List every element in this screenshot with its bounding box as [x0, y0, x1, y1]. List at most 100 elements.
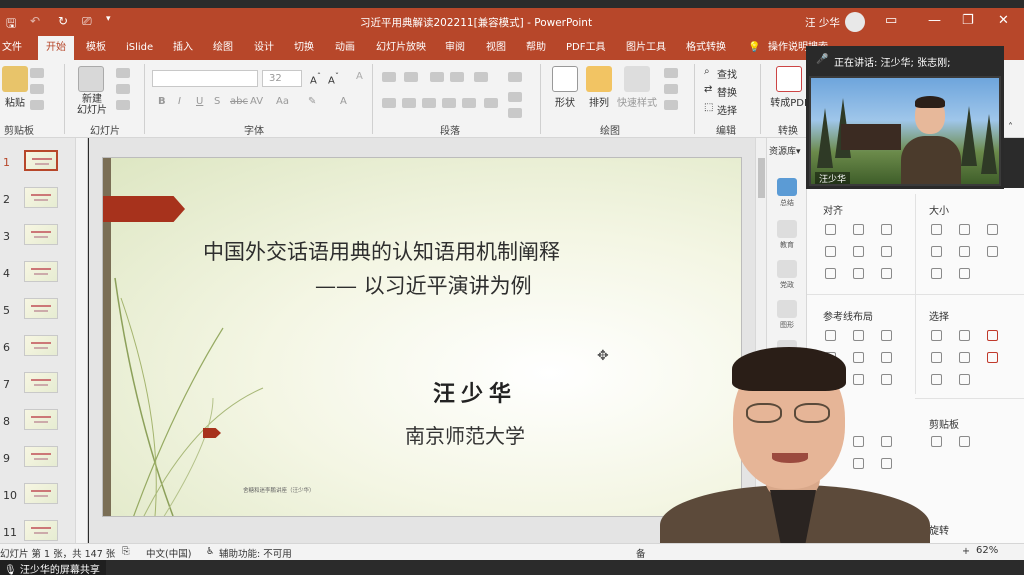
save-icon[interactable]: 🖫 [6, 14, 16, 35]
quick-styles-button[interactable]: 快速样式 [614, 94, 660, 109]
select-pointer-icon[interactable] [987, 352, 998, 363]
close-icon[interactable]: ✕ [998, 13, 1009, 28]
copy-icon[interactable] [30, 84, 44, 94]
guide-right-icon[interactable] [881, 330, 892, 341]
height-bottom-icon[interactable] [959, 268, 970, 279]
arrange-button[interactable]: 排列 [584, 94, 614, 109]
format-painter-icon[interactable] [30, 100, 44, 110]
minimize-icon[interactable]: — [928, 13, 941, 28]
redo-icon[interactable]: ↻ [58, 14, 68, 28]
select-check-icon[interactable] [987, 330, 998, 341]
slide-author[interactable]: 汪少华 [433, 376, 517, 408]
font-name-select[interactable] [152, 70, 258, 87]
find-button[interactable]: 查找 [717, 66, 737, 81]
scrollbar-thumb[interactable] [758, 158, 765, 198]
distribute-horizontal-icon[interactable] [825, 268, 836, 279]
font-grow-icon[interactable]: Aˆ [310, 71, 321, 86]
tab-slideshow[interactable]: 幻灯片放映 [376, 36, 426, 60]
zoom-level[interactable]: 62% [976, 545, 998, 556]
replace-icon[interactable]: ⇄ [704, 84, 712, 95]
shape-outline-icon[interactable] [664, 84, 678, 94]
same-size-icon[interactable] [987, 224, 998, 235]
strikethrough-icon[interactable]: abc [230, 96, 248, 107]
account-name[interactable]: 汪 少华 [805, 15, 840, 30]
same-height-icon[interactable] [959, 224, 970, 235]
collapse-ribbon-icon[interactable]: ˄ [1008, 122, 1013, 133]
font-color-icon[interactable]: A [340, 96, 347, 107]
font-shrink-icon[interactable]: Aˇ [328, 71, 339, 86]
ribbon-display-icon[interactable]: ▭ [885, 13, 897, 28]
justify-icon[interactable] [442, 98, 456, 108]
guide-center-icon[interactable] [853, 330, 864, 341]
tab-transitions[interactable]: 切换 [294, 36, 314, 60]
select-middle-icon[interactable] [959, 352, 970, 363]
tab-design[interactable]: 设计 [254, 36, 274, 60]
align-text-icon[interactable] [508, 92, 522, 102]
text-direction-icon[interactable] [508, 72, 522, 82]
font-size-select[interactable]: 32 [262, 70, 302, 87]
smartart-icon[interactable] [508, 108, 522, 118]
quick-styles-icon[interactable] [624, 66, 650, 92]
guide-left-icon[interactable] [825, 330, 836, 341]
tab-view[interactable]: 视图 [486, 36, 506, 60]
tab-islide[interactable]: iSlide [126, 36, 153, 60]
tab-picture-tools[interactable]: 图片工具 [626, 36, 666, 60]
tab-animations[interactable]: 动画 [335, 36, 355, 60]
new-slide-button[interactable]: 新建 幻灯片 [70, 94, 114, 116]
align-center-icon[interactable] [402, 98, 416, 108]
align-middle-icon[interactable] [853, 246, 864, 257]
slide-title[interactable]: 中国外交话语用典的认知语用机制阐释 [203, 236, 560, 266]
align-left-icon[interactable] [825, 224, 836, 235]
shadow-icon[interactable]: S [214, 96, 220, 107]
cut-icon[interactable] [30, 68, 44, 78]
tab-home[interactable]: 开始 [38, 36, 74, 60]
paste-button[interactable]: 粘贴 [0, 94, 30, 109]
zoom-in-icon[interactable]: + [962, 546, 970, 557]
resource-library-button[interactable]: 资源库▾ [769, 144, 801, 157]
align-left-icon[interactable] [382, 98, 396, 108]
numbering-icon[interactable] [404, 72, 418, 82]
select-group-icon[interactable] [959, 374, 970, 385]
undo-icon[interactable]: ↶ [30, 14, 40, 28]
clipboard-copy-icon[interactable] [931, 436, 942, 447]
width-left-icon[interactable] [931, 246, 942, 257]
slide-school[interactable]: 南京师范大学 [405, 420, 525, 449]
clear-format-icon[interactable]: A [356, 71, 363, 82]
shape-fill-icon[interactable] [664, 68, 678, 78]
line-spacing-icon[interactable] [474, 72, 488, 82]
new-slide-icon[interactable] [78, 66, 104, 92]
spellcheck-icon[interactable]: ⎘ [122, 546, 130, 557]
bold-icon[interactable]: B [158, 96, 166, 107]
replace-button[interactable]: 替换 [717, 84, 737, 99]
shape-effects-icon[interactable] [664, 100, 678, 110]
avatar[interactable] [845, 12, 865, 32]
change-case-icon[interactable]: Aa [276, 96, 289, 107]
char-spacing-icon[interactable]: AV [250, 96, 263, 107]
layout-icon[interactable] [116, 68, 130, 78]
reset-icon[interactable] [116, 84, 130, 94]
increase-indent-icon[interactable] [450, 72, 464, 82]
tab-help[interactable]: 帮助 [526, 36, 546, 60]
highlight-icon[interactable]: ✎ [308, 96, 316, 107]
summary-icon[interactable] [777, 178, 797, 196]
align-center-icon[interactable] [853, 224, 864, 235]
select-bottom-icon[interactable] [931, 374, 942, 385]
tab-insert[interactable]: 插入 [173, 36, 193, 60]
align-top-icon[interactable] [825, 246, 836, 257]
distribute-vertical-icon[interactable] [853, 268, 864, 279]
select-icon[interactable]: ⬚ [704, 102, 713, 113]
distribute-icon[interactable] [462, 98, 476, 108]
slide[interactable]: 中国外交话语用典的认知语用机制阐释 —— 以习近平演讲为例 汪少华 南京师范大学… [102, 157, 742, 517]
align-right-icon[interactable] [881, 224, 892, 235]
present-icon[interactable]: ⎚ [82, 14, 92, 29]
find-icon[interactable]: ⌕ [704, 66, 710, 77]
bullets-icon[interactable] [382, 72, 396, 82]
graphics-icon[interactable] [777, 300, 797, 318]
align-bottom-icon[interactable] [881, 246, 892, 257]
select-top-icon[interactable] [931, 352, 942, 363]
tab-review[interactable]: 审阅 [445, 36, 465, 60]
thumbnail-scrollbar[interactable] [75, 138, 87, 543]
paste-icon[interactable] [2, 66, 28, 92]
customize-quick-access-icon[interactable]: ▾ [106, 14, 111, 24]
width-right-icon[interactable] [959, 246, 970, 257]
